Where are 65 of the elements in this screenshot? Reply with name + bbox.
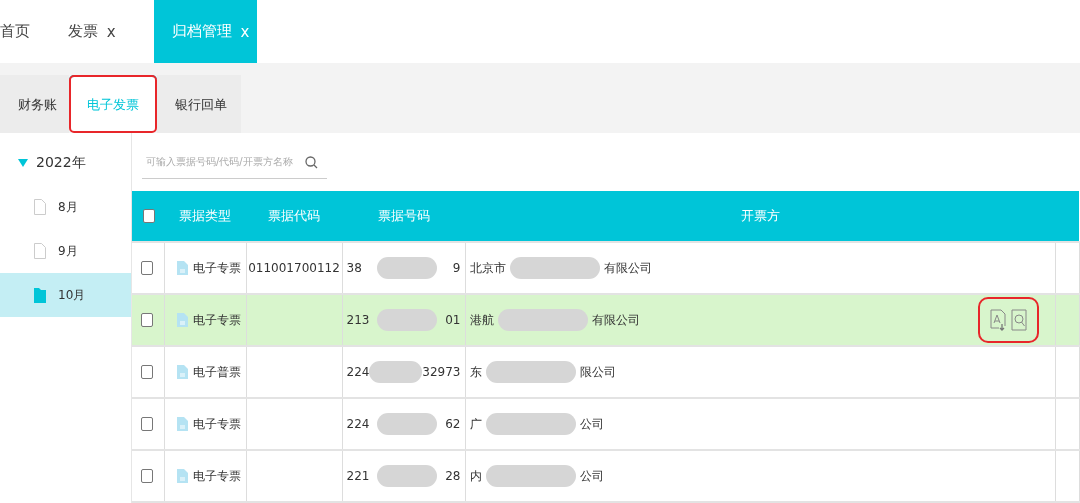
table-cell: 224 [346, 365, 370, 379]
redaction-blur [377, 257, 438, 279]
document-icon [176, 313, 188, 327]
table-cell: 公司 [579, 467, 604, 485]
table-cell: 北京市 [469, 259, 506, 277]
table-cell: 限公司 [579, 363, 616, 381]
table-cell: 东 [469, 363, 482, 381]
document-icon [176, 261, 188, 275]
table-cell: 有限公司 [591, 311, 640, 329]
table-cell: 电子专票 [192, 311, 241, 329]
table-cell: 01 [445, 313, 461, 327]
redaction-blur [377, 465, 438, 487]
table-cell: 213 [346, 313, 370, 327]
column-header: 票据类型 [179, 208, 231, 223]
table-cell: 公司 [579, 415, 604, 433]
category-tab[interactable]: 财务账 [0, 75, 69, 133]
category-tab[interactable]: 银行回单 [157, 75, 241, 133]
month-item-background[interactable]: 8月 [0, 185, 131, 229]
table-cell: 32973 [422, 365, 461, 379]
column-header: 开票方 [740, 208, 780, 223]
table-cell: 有限公司 [603, 259, 652, 277]
search-field[interactable]: 可输入票据号码/代码/开票方名称 [142, 145, 327, 179]
table-cell: 011001700112 [248, 261, 340, 275]
column-header: 票据代码 [268, 208, 320, 223]
month-label: 9月 [58, 242, 78, 260]
table-cell: 62 [445, 417, 461, 431]
preview-icon[interactable] [1010, 309, 1027, 331]
table-cell: 内 [469, 467, 482, 485]
document-icon [176, 365, 188, 379]
document-icon [176, 417, 188, 431]
redaction-blur [377, 309, 438, 331]
row-checkbox[interactable] [141, 365, 153, 379]
folder-icon [34, 287, 46, 303]
close-icon[interactable]: x [102, 22, 116, 41]
row-checkbox[interactable] [141, 469, 153, 483]
table-cell: 电子专票 [192, 467, 241, 485]
table-cell: 港航 [469, 311, 494, 329]
row-checkbox[interactable] [141, 261, 153, 275]
pdf-download-icon[interactable] [989, 309, 1006, 331]
row-checkbox[interactable] [141, 313, 153, 327]
table-cell: 38 [346, 261, 362, 275]
table-cell: 广 [469, 415, 482, 433]
table-cell: 电子专票 [192, 259, 241, 277]
page-tab[interactable]: 发票 x [68, 0, 124, 63]
month-item-background[interactable]: 9月 [0, 229, 131, 273]
file-icon [34, 243, 46, 259]
table-cell: 221 [346, 469, 370, 483]
month-label: 10月 [58, 286, 86, 304]
month-item-background[interactable]: 10月 [0, 273, 131, 317]
table-cell: 9 [452, 261, 461, 275]
select-all-checkbox[interactable] [143, 209, 155, 223]
table-cell: 224 [346, 417, 370, 431]
year-label: 2022年 [36, 154, 86, 172]
row-checkbox[interactable] [141, 417, 153, 431]
table-cell: 28 [445, 469, 461, 483]
page-tab[interactable]: 首页 [0, 0, 38, 63]
month-label: 8月 [58, 198, 78, 216]
file-icon [34, 199, 46, 215]
table-cell: 电子专票 [192, 415, 241, 433]
redaction-blur [369, 361, 423, 383]
column-header: 票据号码 [377, 208, 430, 223]
redaction-blur [377, 413, 438, 435]
search-icon[interactable] [305, 155, 318, 169]
table-cell: 电子普票 [192, 363, 241, 381]
document-icon [176, 469, 188, 483]
